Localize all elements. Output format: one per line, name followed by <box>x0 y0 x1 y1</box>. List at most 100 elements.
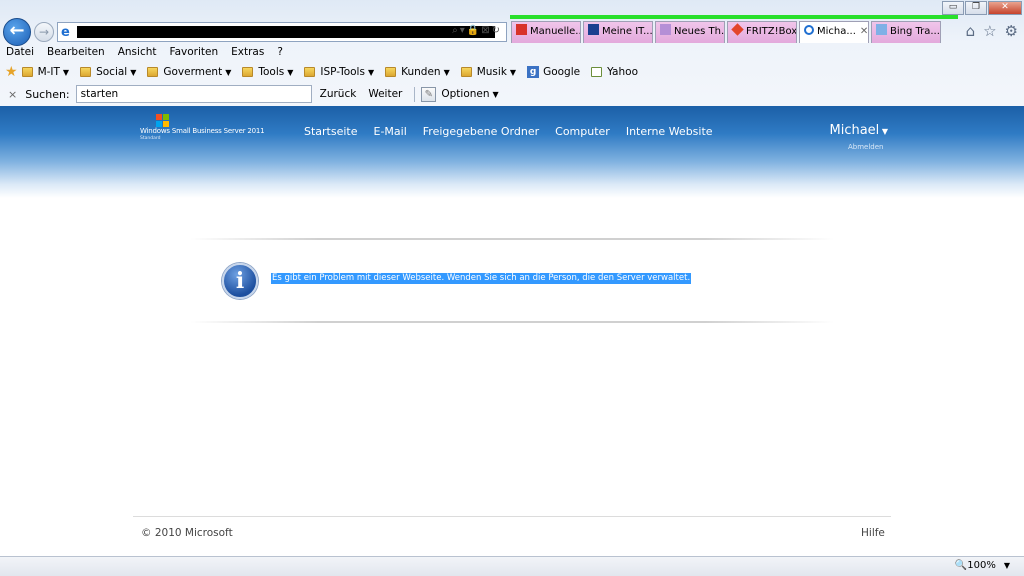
chevron-down-icon: ▼ <box>225 67 232 77</box>
tab-meine-it[interactable]: Meine IT... <box>583 21 653 43</box>
address-bar[interactable]: e ⌕▾🔒⊠↻ <box>57 22 507 42</box>
fav-folder-isp-tools[interactable]: ISP-Tools ▼ <box>304 66 374 78</box>
sbs-header: Windows Small Business Server 2011 Stand… <box>0 106 1024 198</box>
nav-startseite[interactable]: Startseite <box>304 125 358 138</box>
help-link[interactable]: Hilfe <box>861 527 885 539</box>
fav-link-google[interactable]: g Google <box>527 66 580 78</box>
nav-interne-website[interactable]: Interne Website <box>626 125 713 138</box>
chevron-down-icon: ▼ <box>879 127 888 136</box>
back-button[interactable]: ← <box>3 18 31 46</box>
options-label: Optionen <box>441 88 490 100</box>
find-previous-button[interactable]: Zurück <box>320 88 357 100</box>
fav-label: M-IT <box>37 66 60 78</box>
tab-michael[interactable]: Micha... ✕ <box>799 21 869 43</box>
user-name: Michael <box>829 123 880 138</box>
fav-label: Musik <box>476 66 507 78</box>
favorites-star-icon[interactable]: ★ <box>5 64 18 80</box>
close-find-icon[interactable]: × <box>8 88 17 101</box>
tab-neues-th[interactable]: Neues Th... <box>655 21 725 43</box>
copyright: © 2010 Microsoft <box>141 527 233 539</box>
footer-divider <box>133 516 891 517</box>
close-window-button[interactable]: ✕ <box>988 1 1022 15</box>
fritz-icon <box>731 23 744 36</box>
chevron-down-icon: ▼ <box>1003 561 1010 570</box>
browser-icons: ⌂ ☆ ⚙ <box>966 22 1018 40</box>
favorites-icon[interactable]: ☆ <box>983 22 996 40</box>
find-next-button[interactable]: Weiter <box>368 88 402 100</box>
fav-folder-tools[interactable]: Tools ▼ <box>242 66 293 78</box>
forward-button[interactable]: → <box>34 22 54 42</box>
restore-button[interactable]: ❐ <box>965 1 987 15</box>
zoom-control[interactable]: 🔍100% ▼ <box>955 560 1010 571</box>
folder-icon <box>80 67 92 77</box>
tab-fritzbox[interactable]: FRITZ!Box <box>727 21 797 43</box>
yahoo-page-icon <box>591 67 603 77</box>
menu-ansicht[interactable]: Ansicht <box>118 44 157 62</box>
fav-folder-kunden[interactable]: Kunden ▼ <box>385 66 450 78</box>
find-bar: × Suchen: starten Zurück Weiter ✎ Optione… <box>0 84 499 104</box>
nav-computer[interactable]: Computer <box>555 125 610 138</box>
info-icon: i <box>222 263 258 299</box>
chevron-down-icon: ▼ <box>492 89 499 99</box>
fav-folder-goverment[interactable]: Goverment ▼ <box>147 66 231 78</box>
chevron-down-icon: ▼ <box>130 67 137 77</box>
nav-email[interactable]: E-Mail <box>374 125 407 138</box>
fav-folder-musik[interactable]: Musik ▼ <box>460 66 517 78</box>
ie-icon: e <box>61 25 70 40</box>
redacted-url <box>77 26 495 38</box>
close-tab-icon[interactable]: ✕ <box>860 26 868 37</box>
folder-icon <box>21 67 33 77</box>
divider <box>190 238 834 240</box>
minimize-button[interactable]: ▭ <box>942 1 964 15</box>
fav-folder-m-it[interactable]: M-IT ▼ <box>21 66 70 78</box>
menu-datei[interactable]: Datei <box>6 44 34 62</box>
chevron-down-icon: ▼ <box>509 67 517 77</box>
fav-label: ISP-Tools <box>320 66 365 78</box>
logout-link[interactable]: Abmelden <box>848 143 884 151</box>
menu-extras[interactable]: Extras <box>231 44 264 62</box>
address-controls[interactable]: ⌕▾🔒⊠↻ <box>452 25 502 36</box>
fav-label: Goverment <box>163 66 223 78</box>
tab-label: Micha... <box>817 26 856 37</box>
chevron-down-icon: ▼ <box>367 67 375 77</box>
find-input[interactable]: starten <box>75 85 312 103</box>
zoom-level: 100% <box>967 560 996 571</box>
favorites-bar: ★ M-IT ▼ Social ▼ Goverment ▼ Tools ▼ ISP-To… <box>0 62 649 82</box>
feather-icon <box>660 24 671 35</box>
tab-group-indicator <box>510 15 958 19</box>
fav-label: Social <box>96 66 128 78</box>
fav-folder-social[interactable]: Social ▼ <box>80 66 136 78</box>
ie-icon <box>804 25 814 35</box>
fav-label: Google <box>543 66 581 78</box>
menu-favoriten[interactable]: Favoriten <box>170 44 219 62</box>
home-icon[interactable]: ⌂ <box>966 22 976 40</box>
menu-bearbeiten[interactable]: Bearbeiten <box>47 44 105 62</box>
sbs-nav: Startseite E-Mail Freigegebene Ordner Co… <box>304 125 729 138</box>
fav-label: Yahoo <box>607 66 638 78</box>
mm-logo-icon <box>588 24 599 35</box>
tab-label: Neues Th... <box>674 26 725 37</box>
chevron-down-icon: ▼ <box>62 67 70 77</box>
status-bar: 🔍100% ▼ <box>0 556 1024 576</box>
google-icon: g <box>527 66 540 78</box>
divider <box>190 321 834 323</box>
fav-link-yahoo[interactable]: Yahoo <box>591 66 638 78</box>
error-message: Es gibt ein Problem mit dieser Webseite.… <box>271 273 692 284</box>
user-menu[interactable]: Michael ▼ <box>830 123 889 138</box>
nav-freigegebene-ordner[interactable]: Freigegebene Ordner <box>423 125 539 138</box>
folder-icon <box>147 67 159 77</box>
menu-bar: Datei Bearbeiten Ansicht Favoriten Extra… <box>0 44 296 62</box>
highlight-icon[interactable]: ✎ <box>421 86 437 102</box>
settings-icon[interactable]: ⚙ <box>1005 22 1018 40</box>
logo-text: Windows Small Business Server 2011 <box>140 127 265 135</box>
tab-label: Meine IT... <box>602 26 653 37</box>
find-options-button[interactable]: ✎ Optionen ▼ <box>414 86 499 102</box>
folder-icon <box>460 67 472 77</box>
menu-help[interactable]: ? <box>277 44 283 62</box>
chevron-down-icon: ▼ <box>443 67 450 77</box>
tab-bing-translator[interactable]: Bing Tra... <box>871 21 941 43</box>
browser-chrome: ▭ ❐ ✕ ← → e ⌕▾🔒⊠↻ Manuelle... Meine IT..… <box>0 0 1024 106</box>
tab-manuelle[interactable]: Manuelle... <box>511 21 581 43</box>
fav-label: Tools <box>258 66 285 78</box>
find-label: Suchen: <box>25 87 70 101</box>
